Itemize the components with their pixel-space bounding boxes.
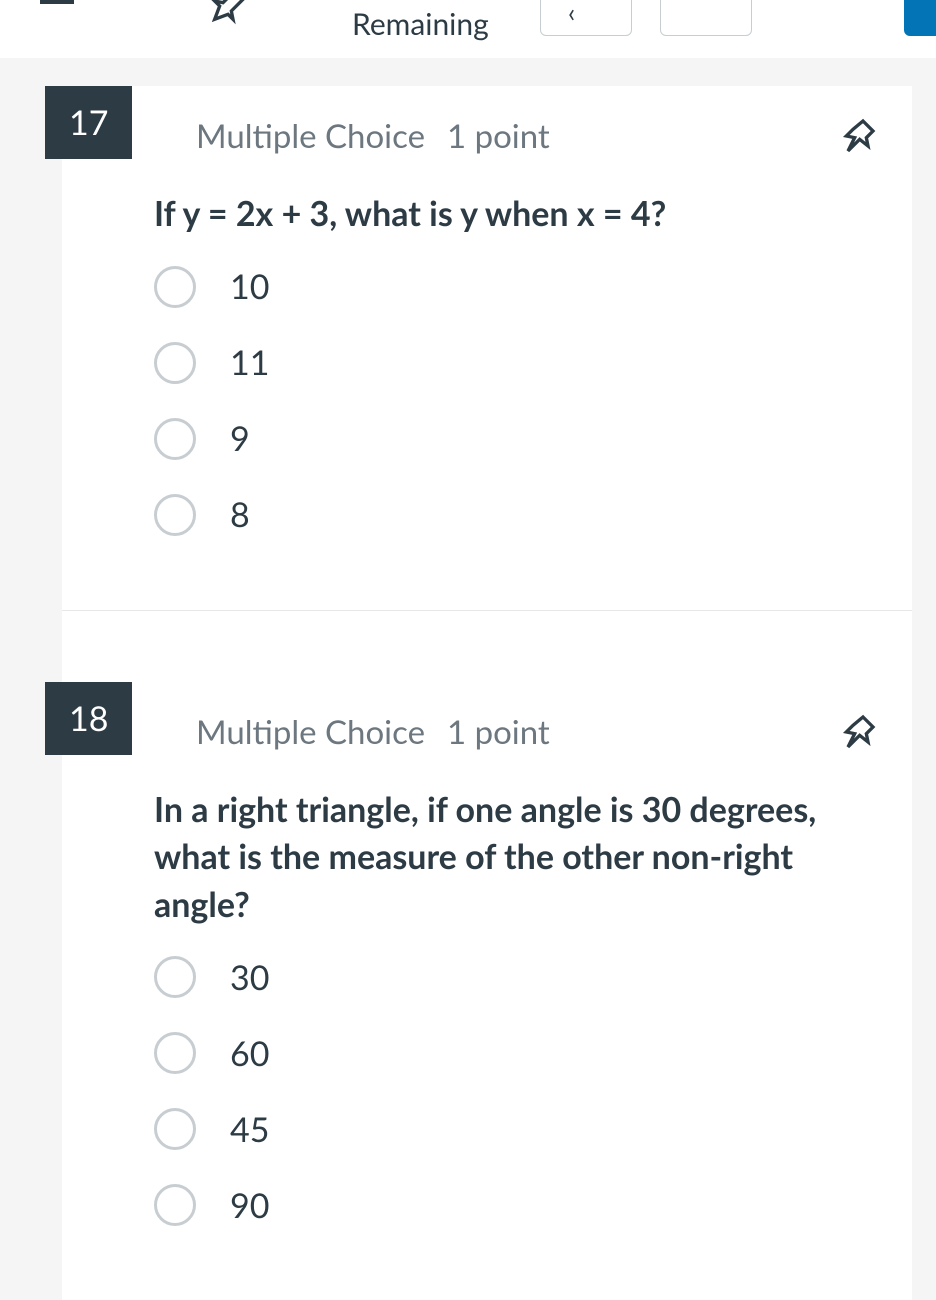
option-item[interactable]: 10 xyxy=(154,266,882,308)
option-label: 11 xyxy=(230,342,269,383)
question-card: 17 Multiple Choice 1 point If y = 2x + 3… xyxy=(62,86,912,610)
question-card: 18 Multiple Choice 1 point In a right tr… xyxy=(62,682,912,1300)
option-label: 9 xyxy=(230,418,250,459)
question-type: Multiple Choice xyxy=(196,712,425,752)
option-item[interactable]: 9 xyxy=(154,418,882,460)
option-item[interactable]: 11 xyxy=(154,342,882,384)
radio-icon[interactable] xyxy=(154,266,196,308)
radio-icon[interactable] xyxy=(154,1032,196,1074)
option-label: 10 xyxy=(230,266,269,307)
pin-icon[interactable] xyxy=(208,0,248,30)
question-points: 1 point xyxy=(447,712,550,752)
radio-icon[interactable] xyxy=(154,956,196,998)
option-label: 90 xyxy=(230,1185,269,1226)
radio-icon[interactable] xyxy=(154,1184,196,1226)
radio-icon[interactable] xyxy=(154,494,196,536)
question-header: Multiple Choice 1 point xyxy=(92,712,882,752)
menu-icon[interactable] xyxy=(40,0,74,4)
prev-button[interactable] xyxy=(540,0,632,36)
option-label: 30 xyxy=(230,957,269,998)
top-bar: Remaining ‹ xyxy=(0,0,936,58)
options-list: 10 11 9 8 xyxy=(92,266,882,536)
next-button[interactable] xyxy=(904,0,936,36)
radio-icon[interactable] xyxy=(154,342,196,384)
question-text: In a right triangle, if one angle is 30 … xyxy=(92,786,882,929)
question-header: Multiple Choice 1 point xyxy=(92,116,882,156)
chevron-left-icon: ‹ xyxy=(568,0,575,28)
page-input[interactable] xyxy=(660,0,752,36)
pin-icon[interactable] xyxy=(838,712,878,756)
pin-icon[interactable] xyxy=(838,116,878,160)
question-points: 1 point xyxy=(447,116,550,156)
option-label: 8 xyxy=(230,494,250,535)
option-label: 60 xyxy=(230,1033,269,1074)
radio-icon[interactable] xyxy=(154,418,196,460)
option-label: 45 xyxy=(230,1109,269,1150)
content-area: 17 Multiple Choice 1 point If y = 2x + 3… xyxy=(0,86,936,1300)
options-list: 30 60 45 90 xyxy=(92,956,882,1226)
option-item[interactable]: 90 xyxy=(154,1184,882,1226)
question-type: Multiple Choice xyxy=(196,116,425,156)
option-item[interactable]: 60 xyxy=(154,1032,882,1074)
remaining-label: Remaining xyxy=(352,6,489,42)
option-item[interactable]: 45 xyxy=(154,1108,882,1150)
option-item[interactable]: 8 xyxy=(154,494,882,536)
radio-icon[interactable] xyxy=(154,1108,196,1150)
question-text: If y = 2x + 3, what is y when x = 4? xyxy=(92,190,882,238)
divider xyxy=(62,610,912,682)
option-item[interactable]: 30 xyxy=(154,956,882,998)
